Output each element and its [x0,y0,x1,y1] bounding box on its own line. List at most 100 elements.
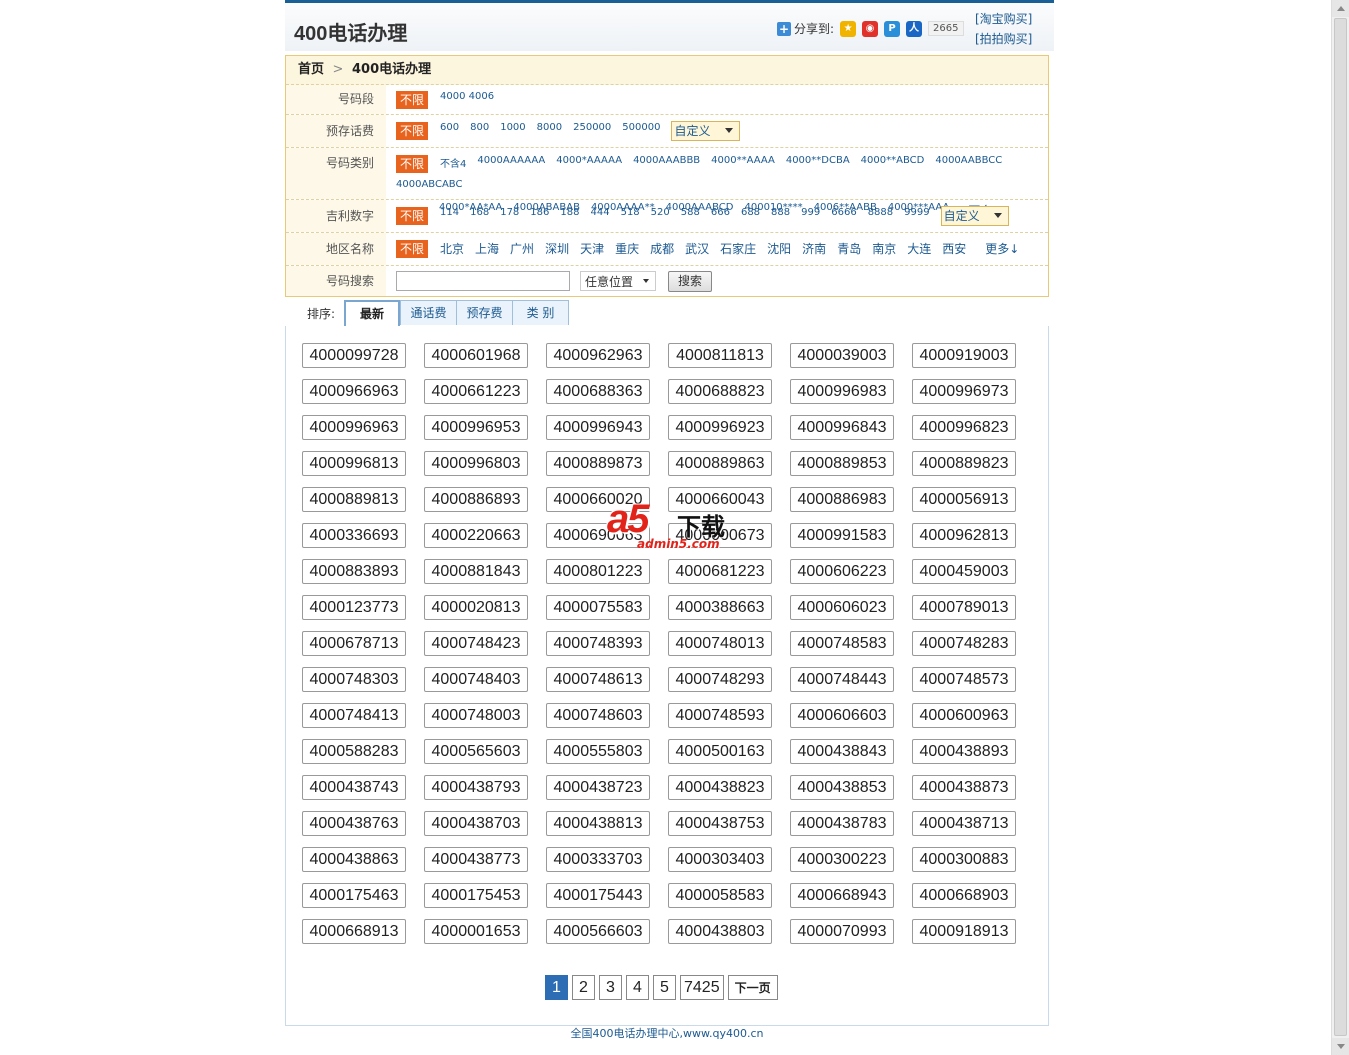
filter-option[interactable]: 188 [560,207,579,226]
phone-number-item[interactable]: 4000438783 [790,811,894,836]
phone-number-item[interactable]: 4000438893 [912,739,1016,764]
phone-number-item[interactable]: 4000438823 [668,775,772,800]
phone-number-item[interactable]: 4000789013 [912,595,1016,620]
custom-dropdown[interactable]: 自定义 [940,205,1009,226]
phone-number-item[interactable]: 4000333703 [546,847,650,872]
phone-number-item[interactable]: 4000889823 [912,451,1016,476]
phone-number-item[interactable]: 4000688823 [668,379,772,404]
phone-number-item[interactable]: 4000748573 [912,667,1016,692]
phone-number-item[interactable]: 4000996803 [424,451,528,476]
phone-number-item[interactable]: 4000303403 [668,847,772,872]
phone-number-item[interactable]: 4000438793 [424,775,528,800]
phone-number-item[interactable]: 4000388663 [668,595,772,620]
phone-number-item[interactable]: 4000748423 [424,631,528,656]
phone-number-item[interactable]: 4000600963 [912,703,1016,728]
tencent-share-icon[interactable]: P [884,20,901,37]
filter-option[interactable]: 114 [440,207,459,226]
page-button[interactable]: 1 [545,975,568,1000]
phone-number-item[interactable]: 4000748603 [546,703,650,728]
renren-share-icon[interactable]: 人 [906,20,923,37]
filter-option[interactable]: 6666 [831,207,856,226]
filter-option[interactable]: 500000 [622,122,660,141]
filter-option[interactable]: 600 [440,122,459,141]
phone-number-item[interactable]: 4000886983 [790,487,894,512]
tab-call-fee[interactable]: 通话费 [400,300,457,325]
phone-number-item[interactable]: 4000919003 [912,343,1016,368]
phone-number-item[interactable]: 4000070993 [790,919,894,944]
phone-number-item[interactable]: 4000748583 [790,631,894,656]
phone-number-item[interactable]: 4000918913 [912,919,1016,944]
phone-number-item[interactable]: 4000438803 [668,919,772,944]
filter-option[interactable]: 大连 [907,240,931,258]
phone-number-item[interactable]: 4000438723 [546,775,650,800]
filter-option[interactable]: 250000 [573,122,611,141]
filter-option[interactable]: 688 [741,207,760,226]
phone-number-item[interactable]: 4000300223 [790,847,894,872]
weibo-share-icon[interactable]: ◉ [862,20,879,37]
filter-option[interactable]: 沈阳 [767,240,791,258]
phone-number-item[interactable]: 4000661223 [424,379,528,404]
filter-option[interactable]: 4000AAABBB [633,155,700,173]
filter-option[interactable]: 800 [470,122,489,141]
phone-number-item[interactable]: 4000588283 [302,739,406,764]
filter-option[interactable]: 广州 [510,240,534,258]
phone-number-item[interactable]: 4000300883 [912,847,1016,872]
phone-number-item[interactable]: 4000889873 [546,451,650,476]
phone-number-item[interactable]: 4000438813 [546,811,650,836]
filter-option[interactable]: 8888 [868,207,893,226]
filter-option[interactable]: 济南 [802,240,826,258]
search-button[interactable]: 搜索 [668,270,713,292]
filter-option[interactable]: 4000**AAAA [711,155,775,173]
filter-option[interactable]: 4000*AAAAA [556,155,622,173]
phone-number-item[interactable]: 4000996953 [424,415,528,440]
filter-option[interactable]: 4000AABBCC [935,155,1002,173]
phone-number-item[interactable]: 4000748593 [668,703,772,728]
phone-number-item[interactable]: 4000801223 [546,559,650,584]
phone-number-item[interactable]: 4000175443 [546,883,650,908]
number-search-input[interactable] [396,271,570,291]
phone-number-item[interactable]: 4000996843 [790,415,894,440]
filter-option[interactable]: 186 [530,207,549,226]
phone-number-item[interactable]: 4000681223 [668,559,772,584]
page-button[interactable]: 4 [626,975,649,1000]
filter-option[interactable]: 888 [771,207,790,226]
phone-number-item[interactable]: 4000889853 [790,451,894,476]
filter-option[interactable]: 重庆 [615,240,639,258]
phone-number-item[interactable]: 4000438713 [912,811,1016,836]
phone-number-item[interactable]: 4000438853 [790,775,894,800]
filter-option[interactable]: 4000ABCABC [396,179,462,190]
filter-option[interactable]: 深圳 [545,240,569,258]
phone-number-item[interactable]: 4000962963 [546,343,650,368]
phone-number-item[interactable]: 4000962813 [912,523,1016,548]
more-link[interactable]: 更多↓ [985,240,1019,258]
phone-number-item[interactable]: 4000748443 [790,667,894,692]
phone-number-item[interactable]: 4000438773 [424,847,528,872]
phone-number-item[interactable]: 4000996973 [912,379,1016,404]
phone-number-item[interactable]: 4000748013 [668,631,772,656]
phone-number-item[interactable]: 4000001653 [424,919,528,944]
phone-number-item[interactable]: 4000889813 [302,487,406,512]
taobao-buy-link[interactable]: [淘宝购买] [975,9,1032,29]
phone-number-item[interactable]: 4000889863 [668,451,772,476]
phone-number-item[interactable]: 4000438843 [790,739,894,764]
no-limit-tag[interactable]: 不限 [396,206,429,225]
page-button[interactable]: 3 [599,975,622,1000]
phone-number-item[interactable]: 4000438763 [302,811,406,836]
phone-number-item[interactable]: 4000555803 [546,739,650,764]
phone-number-item[interactable]: 4000688363 [546,379,650,404]
filter-option[interactable]: 666 [711,207,730,226]
phone-number-item[interactable]: 4000020813 [424,595,528,620]
page-button[interactable]: 2 [572,975,595,1000]
phone-number-item[interactable]: 4000056913 [912,487,1016,512]
scroll-thumb[interactable] [1334,18,1347,1036]
phone-number-item[interactable]: 4000099728 [302,343,406,368]
phone-number-item[interactable]: 4000996963 [302,415,406,440]
filter-option[interactable]: 444 [590,207,609,226]
paipai-buy-link[interactable]: [拍拍购买] [975,29,1032,49]
filter-option[interactable]: 石家庄 [720,240,756,258]
phone-number-item[interactable]: 4000886893 [424,487,528,512]
phone-number-item[interactable]: 4000996943 [546,415,650,440]
phone-number-item[interactable]: 4000996823 [912,415,1016,440]
filter-option[interactable]: 8000 [537,122,562,141]
filter-option[interactable]: 999 [801,207,820,226]
